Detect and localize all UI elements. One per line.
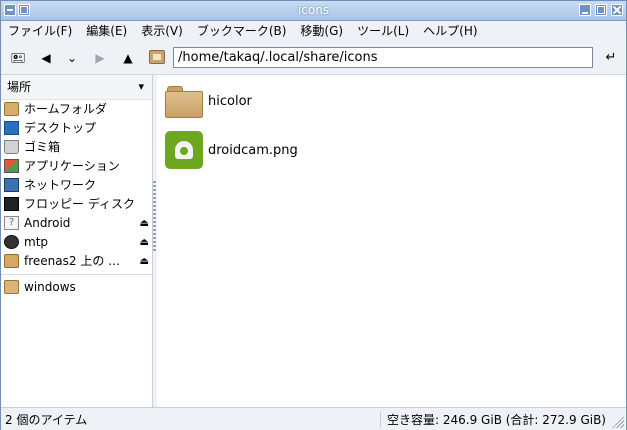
sidebar-item-android[interactable]: ? Android ⏏ — [1, 214, 152, 233]
free-space: 空き容量: 246.9 GiB (合計: 272.9 GiB) — [380, 411, 606, 428]
png-image-icon — [165, 131, 203, 169]
eject-icon[interactable]: ⏏ — [140, 214, 149, 233]
places-sidebar: 場所 ▾ ホームフォルダ デスクトップ ゴミ箱 アプリケーション ネットワーク … — [1, 75, 153, 407]
sidebar-item-label: フロッピー ディスク — [24, 197, 135, 211]
folder-icon — [165, 84, 203, 118]
menu-bar: ファイル(F) 編集(E) 表示(V) ブックマーク(B) 移動(G) ツール(… — [1, 21, 626, 42]
sidebar-item-network[interactable]: ネットワーク — [1, 176, 152, 195]
menu-tools[interactable]: ツール(L) — [350, 21, 416, 42]
sidebar-item-label: アプリケーション — [24, 159, 120, 173]
sidebar-item-label: windows — [24, 280, 76, 294]
sidebar-item-label: ネットワーク — [24, 178, 97, 192]
back-arrow-icon[interactable]: ◀ — [37, 50, 55, 66]
menu-view[interactable]: 表示(V) — [134, 21, 190, 42]
file-view[interactable]: hicolor droidcam.png — [157, 75, 626, 407]
eject-icon[interactable]: ⏏ — [140, 233, 149, 252]
home-folder-icon — [4, 102, 19, 116]
sidebar-item-desktop[interactable]: デスクトップ — [1, 119, 152, 138]
sidebar-item-freenas[interactable]: freenas2 上の … ⏏ — [1, 252, 152, 271]
sidebar-item-label: ゴミ箱 — [24, 140, 61, 154]
file-name: droidcam.png — [208, 142, 298, 158]
status-bar: 2 個のアイテム 空き容量: 246.9 GiB (合計: 272.9 GiB) — [1, 407, 626, 430]
file-item-droidcam[interactable]: droidcam.png — [165, 130, 298, 170]
applications-icon — [4, 159, 19, 173]
location-input[interactable]: /home/takaq/.local/share/icons — [173, 47, 593, 68]
pane-resize-handle[interactable] — [153, 181, 156, 251]
trash-icon — [4, 140, 19, 154]
sidebar-item-trash[interactable]: ゴミ箱 — [1, 138, 152, 157]
sidebar-item-floppy[interactable]: フロッピー ディスク — [1, 195, 152, 214]
resize-grip-icon[interactable] — [612, 416, 624, 428]
sidebar-item-label: ホームフォルダ — [24, 102, 107, 116]
menu-edit[interactable]: 編集(E) — [79, 21, 134, 42]
sidebar-item-label: freenas2 上の … — [24, 254, 121, 268]
close-button[interactable] — [611, 4, 623, 16]
desktop-icon — [4, 121, 19, 135]
sidebar-bookmark-windows[interactable]: windows — [1, 278, 152, 297]
chevron-down-icon[interactable]: ▾ — [138, 75, 144, 99]
maximize-button[interactable] — [595, 4, 607, 16]
file-item-hicolor[interactable]: hicolor — [165, 81, 252, 121]
sidebar-item-label: Android — [24, 216, 71, 230]
sidebar-item-label: mtp — [24, 235, 49, 249]
go-enter-icon[interactable]: ↵ — [603, 50, 619, 66]
sidebar-item-mtp[interactable]: mtp ⏏ — [1, 233, 152, 252]
sidebar-item-home[interactable]: ホームフォルダ — [1, 100, 152, 119]
home-folder-icon[interactable] — [149, 50, 165, 64]
menu-bookmarks[interactable]: ブックマーク(B) — [190, 21, 294, 42]
up-arrow-icon[interactable]: ▲ — [119, 50, 137, 66]
item-count: 2 個のアイテム — [5, 413, 88, 427]
menu-file[interactable]: ファイル(F) — [1, 21, 79, 42]
sidebar-divider — [1, 274, 152, 275]
unknown-device-icon: ? — [4, 216, 19, 230]
menu-help[interactable]: ヘルプ(H) — [416, 21, 484, 42]
file-manager-window: icons ファイル(F) 編集(E) 表示(V) ブックマーク(B) 移動(G… — [0, 0, 627, 430]
sidebar-item-applications[interactable]: アプリケーション — [1, 157, 152, 176]
places-selector[interactable]: 場所 ▾ — [1, 75, 152, 100]
forward-arrow-icon[interactable]: ▶ — [91, 50, 109, 66]
remote-share-icon — [4, 254, 19, 268]
menu-go[interactable]: 移動(G) — [293, 21, 350, 42]
disk-icon — [4, 235, 19, 249]
places-header-label: 場所 — [7, 80, 32, 94]
file-name: hicolor — [208, 93, 252, 109]
sidebar-item-label: デスクトップ — [24, 121, 97, 135]
toolbar: 🖭 ◀ ⌄ ▶ ▲ /home/takaq/.local/share/icons… — [1, 42, 626, 75]
floppy-icon — [4, 197, 19, 211]
network-icon — [4, 178, 19, 192]
minimize-button[interactable] — [579, 4, 591, 16]
window-title: icons — [297, 3, 330, 17]
folder-icon — [4, 280, 19, 294]
title-bar[interactable]: icons — [1, 1, 626, 21]
eject-icon[interactable]: ⏏ — [140, 252, 149, 271]
history-dropdown-icon[interactable]: ⌄ — [63, 50, 81, 66]
new-window-icon[interactable]: 🖭 — [9, 50, 27, 66]
